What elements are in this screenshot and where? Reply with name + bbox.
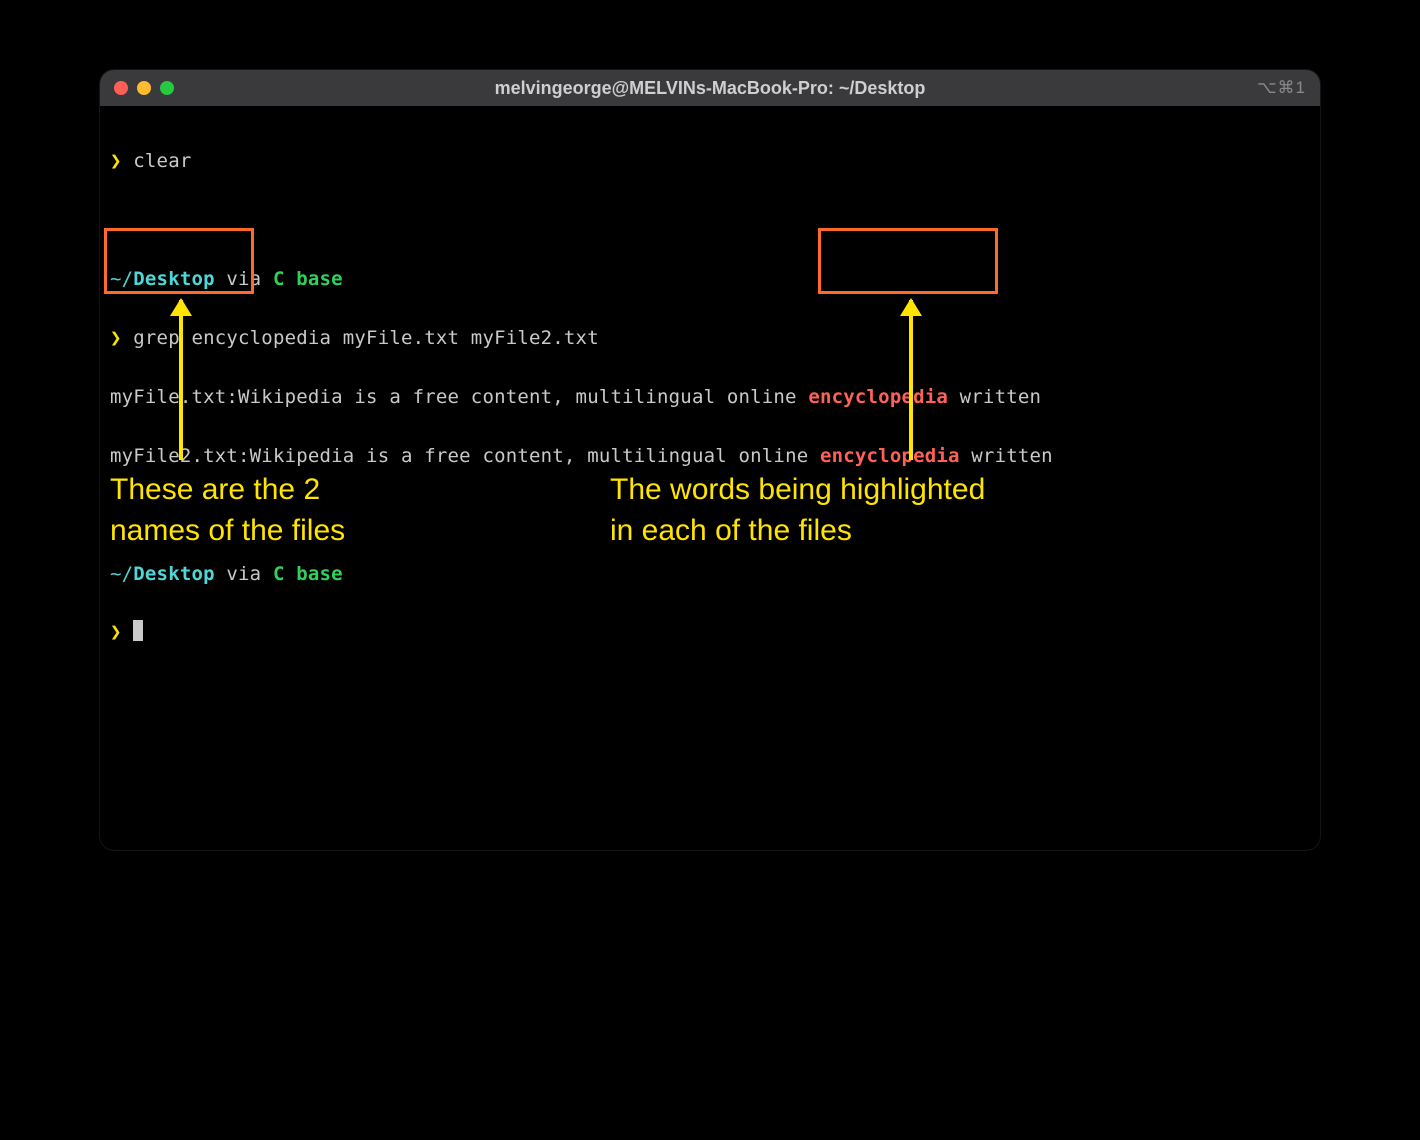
cursor-icon [133,620,143,641]
grep-text-after: written [960,445,1053,467]
close-icon[interactable] [114,81,128,95]
via-text: via [215,563,273,585]
minimize-icon[interactable] [137,81,151,95]
window-title: melvingeorge@MELVINs-MacBook-Pro: ~/Desk… [100,78,1320,99]
title-bar: melvingeorge@MELVINs-MacBook-Pro: ~/Desk… [100,70,1320,106]
prompt-symbol: ❯ [110,150,122,172]
grep-filename: myFile.txt: [110,386,238,408]
via-text: via [215,268,273,290]
grep-match: encyclopedia [808,386,948,408]
grep-output-line: myFile2.txt:Wikipedia is a free content,… [110,442,1310,471]
command-text: grep encyclopedia myFile.txt myFile2.txt [122,327,599,349]
path-bold: Desktop [133,563,214,585]
prompt-symbol: ❯ [110,327,122,349]
grep-match: encyclopedia [820,445,960,467]
terminal-blank-line [110,206,1310,235]
grep-filename: myFile2.txt: [110,445,250,467]
grep-text-after: written [948,386,1041,408]
grep-text-before: Wikipedia is a free content, multilingua… [250,445,820,467]
path-bold: Desktop [133,268,214,290]
terminal-window: melvingeorge@MELVINs-MacBook-Pro: ~/Desk… [100,70,1320,850]
grep-text-before: Wikipedia is a free content, multilingua… [238,386,808,408]
terminal-line: ❯ [110,618,1310,647]
terminal-line: ~/Desktop via C base [110,560,1310,589]
path-prefix: ~/ [110,563,133,585]
path-prefix: ~/ [110,268,133,290]
terminal-line: ~/Desktop via C base [110,265,1310,294]
traffic-lights [114,81,174,95]
maximize-icon[interactable] [160,81,174,95]
terminal-line: ❯ clear [110,147,1310,176]
grep-output-line: myFile.txt:Wikipedia is a free content, … [110,383,1310,412]
command-text: clear [122,150,192,172]
env-name: C base [273,268,343,290]
annotation-text-right: The words being highlighted in each of t… [610,470,985,551]
env-name: C base [273,563,343,585]
annotation-text-left: These are the 2 names of the files [110,470,345,551]
terminal-line: ❯ grep encyclopedia myFile.txt myFile2.t… [110,324,1310,353]
window-shortcut-indicator: ⌥⌘1 [1257,78,1306,98]
prompt-symbol: ❯ [110,621,122,643]
terminal-body[interactable]: ❯ clear ~/Desktop via C base ❯ grep ency… [100,106,1320,719]
